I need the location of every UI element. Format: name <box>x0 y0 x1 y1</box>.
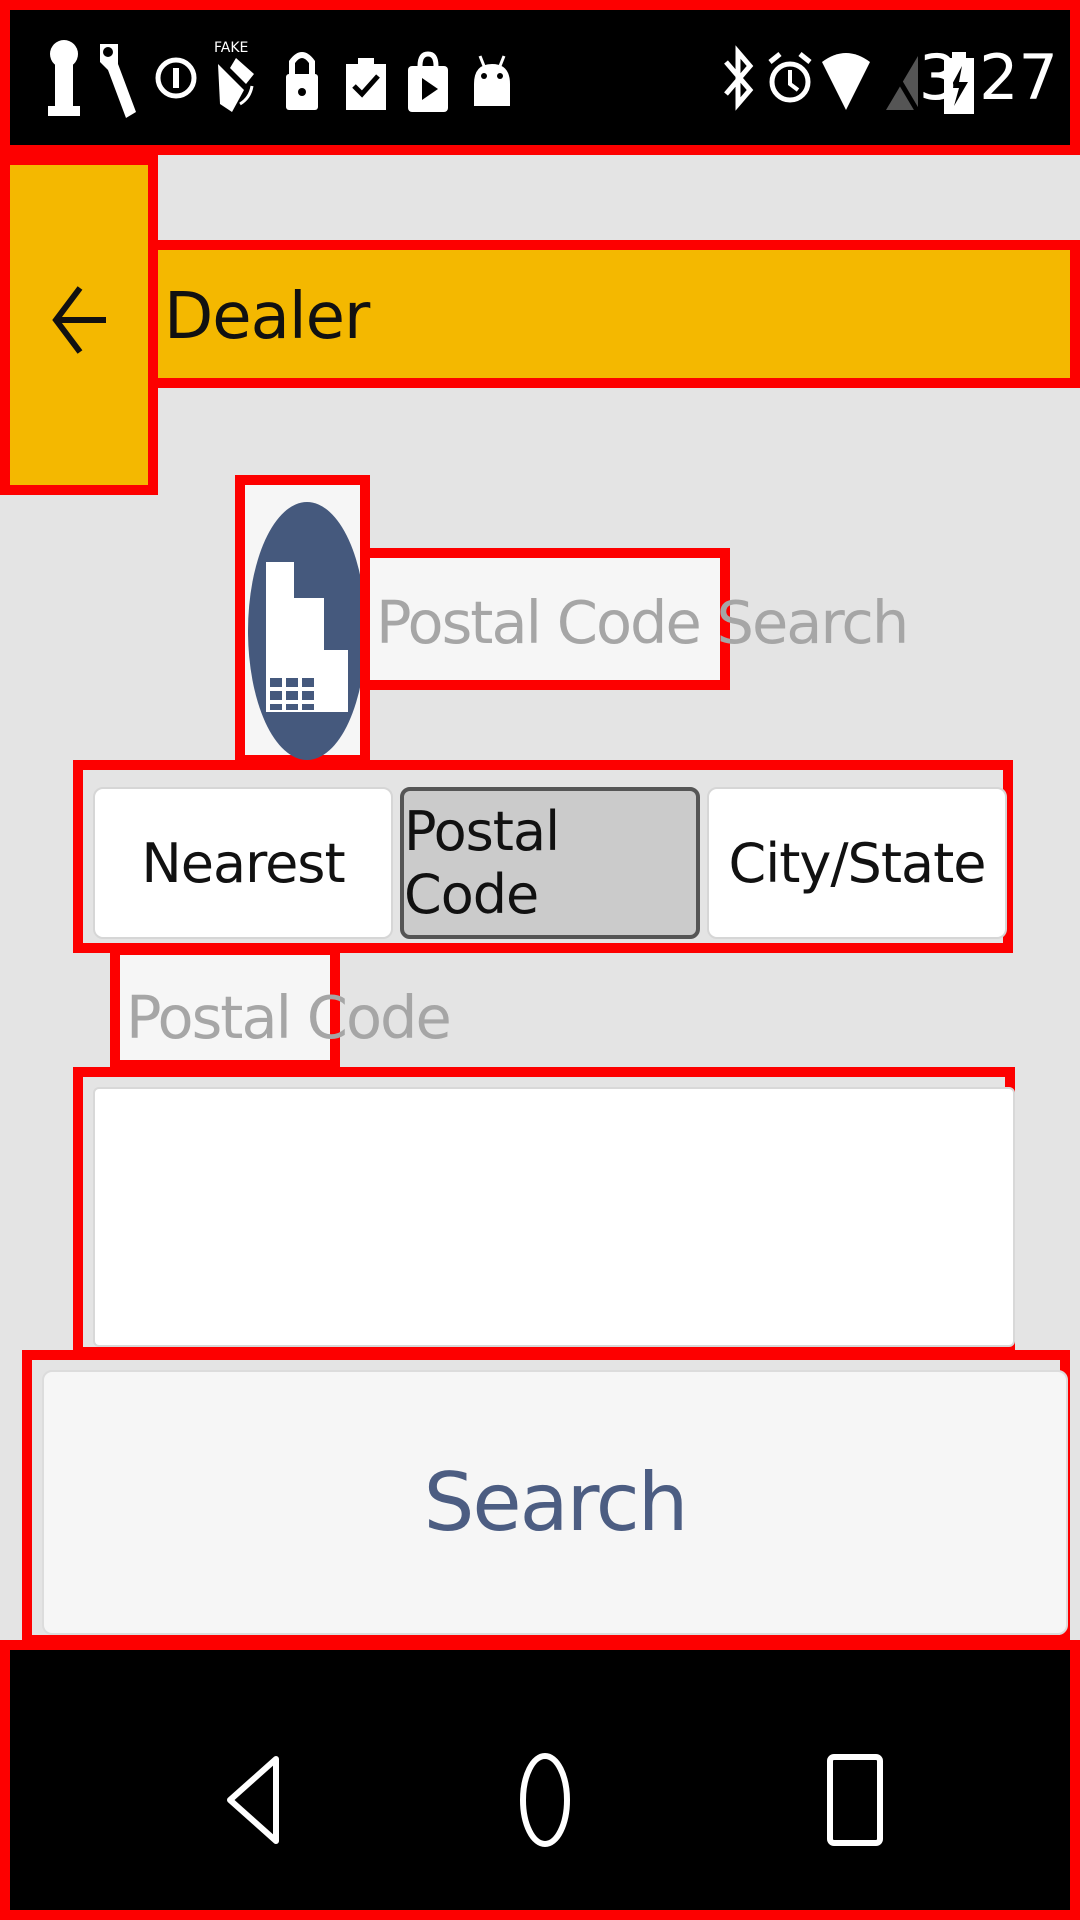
search-title-container: Postal Code Search <box>360 548 909 690</box>
postal-code-label: Postal Code <box>126 983 452 1052</box>
segment-postal-code[interactable]: Postal Code <box>400 787 700 939</box>
back-arrow-icon <box>52 286 106 354</box>
page-title: Dealer <box>164 280 370 354</box>
search-mode-segmented-control: Nearest Postal Code City/State <box>73 760 1013 953</box>
search-button[interactable]: Search <box>42 1370 1068 1635</box>
dealer-building-icon <box>248 502 366 760</box>
status-bar-highlight <box>0 0 1080 155</box>
back-button[interactable] <box>0 155 158 495</box>
navigation-bar <box>0 1640 1080 1920</box>
postal-code-label-container: Postal Code <box>110 945 452 1070</box>
nav-home-icon[interactable] <box>490 1745 600 1855</box>
dealer-icon-container <box>235 475 370 765</box>
title-bar: Dealer <box>148 240 1080 388</box>
postal-code-input[interactable] <box>93 1087 1015 1347</box>
nav-back-icon[interactable] <box>200 1745 310 1855</box>
postal-code-input-frame <box>73 1067 1015 1357</box>
search-title: Postal Code Search <box>376 588 909 657</box>
segment-nearest[interactable]: Nearest <box>93 787 393 939</box>
search-button-frame: Search <box>22 1350 1070 1645</box>
segment-city-state[interactable]: City/State <box>707 787 1007 939</box>
nav-recents-icon[interactable] <box>800 1745 910 1855</box>
